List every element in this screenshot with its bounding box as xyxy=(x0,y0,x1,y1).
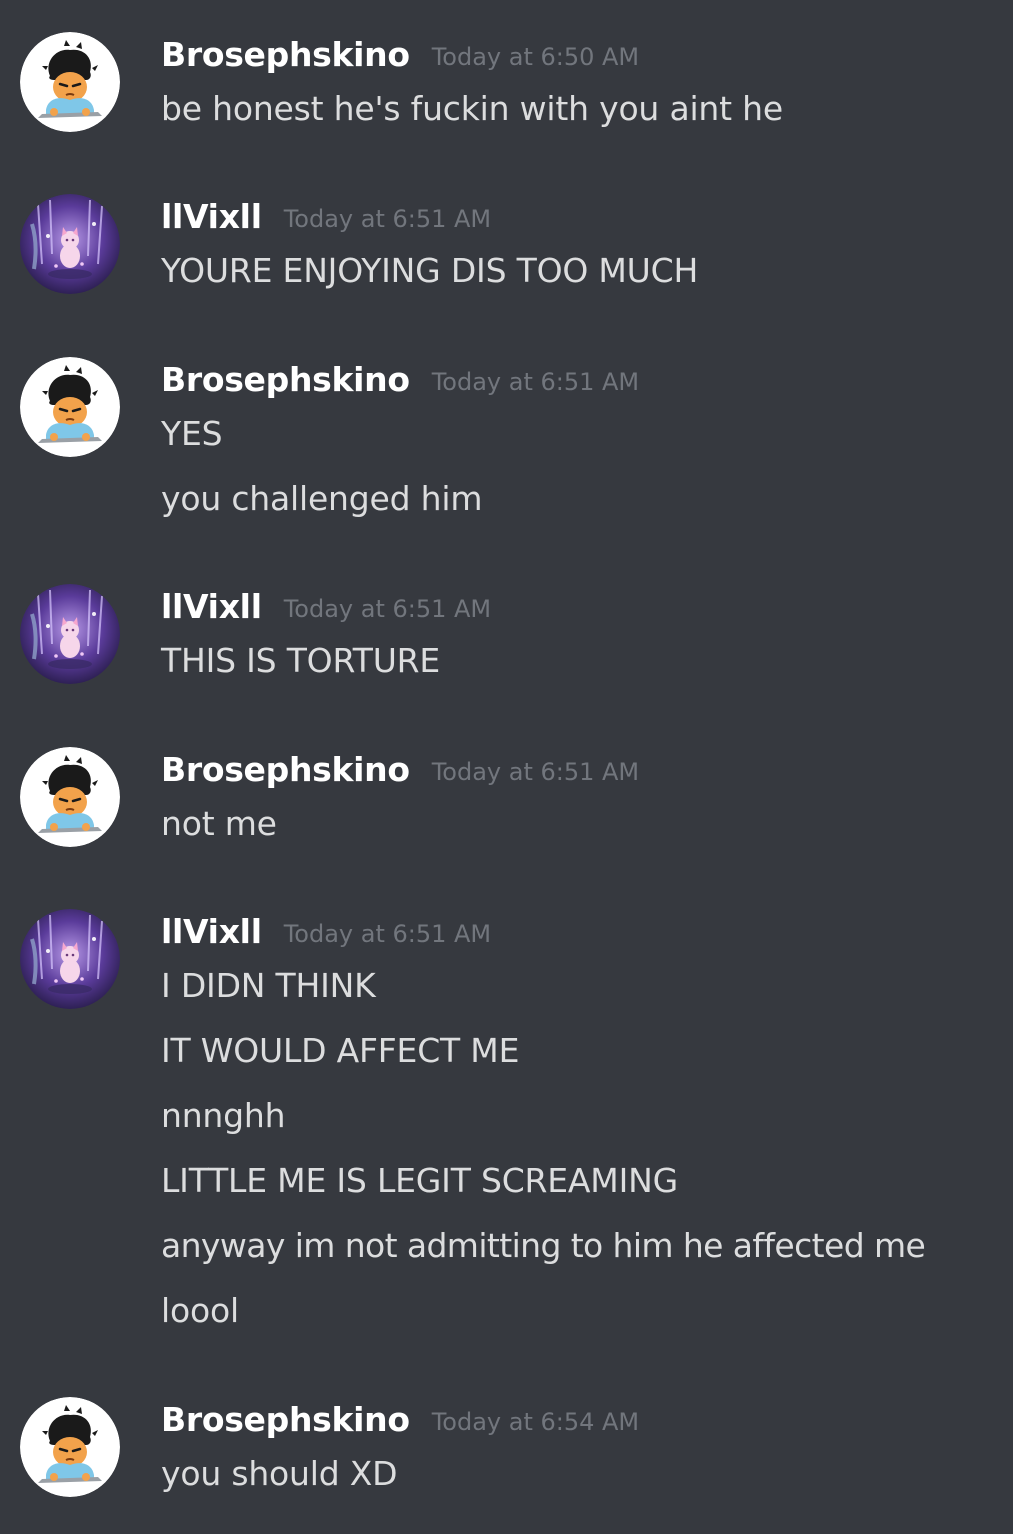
message-header: Brosephskino Today at 6:54 AM xyxy=(161,1397,639,1443)
message-text: YES xyxy=(161,414,223,453)
message-header: llVixll Today at 6:51 AM xyxy=(161,194,491,240)
user-avatar-boy-icon[interactable] xyxy=(20,1397,120,1497)
message-text: nnnghh xyxy=(161,1096,286,1135)
chat-message-list: Brosephskino Today at 6:50 AM be honest he… xyxy=(0,0,1013,1534)
message-text: be honest he's fuckin with you aint he xyxy=(161,89,783,128)
user-avatar-boy-icon[interactable] xyxy=(20,747,120,847)
message-header: Brosephskino Today at 6:50 AM xyxy=(161,32,639,78)
username[interactable]: llVixll xyxy=(161,197,262,236)
message-timestamp: Today at 6:51 AM xyxy=(283,205,492,233)
message-timestamp: Today at 6:51 AM xyxy=(431,368,640,396)
message-text: IT WOULD AFFECT ME xyxy=(161,1031,520,1070)
user-avatar-boy-icon[interactable] xyxy=(20,32,120,132)
message-text: THIS IS TORTURE xyxy=(161,641,441,680)
message-header: Brosephskino Today at 6:51 AM xyxy=(161,357,639,403)
message-timestamp: Today at 6:54 AM xyxy=(431,1408,640,1436)
message-text: LITTLE ME IS LEGIT SCREAMING xyxy=(161,1161,678,1200)
username[interactable]: llVixll xyxy=(161,912,262,951)
user-avatar-cat-icon[interactable] xyxy=(20,909,120,1009)
user-avatar-cat-icon[interactable] xyxy=(20,194,120,294)
message-header: llVixll Today at 6:51 AM xyxy=(161,909,491,955)
message-timestamp: Today at 6:51 AM xyxy=(283,920,492,948)
message-text: anyway im not admitting to him he affect… xyxy=(161,1226,926,1265)
message-text: you should XD xyxy=(161,1454,398,1493)
message-text: YOURE ENJOYING DIS TOO MUCH xyxy=(161,251,699,290)
username[interactable]: Brosephskino xyxy=(161,1400,410,1439)
message-header: Brosephskino Today at 6:51 AM xyxy=(161,747,639,793)
message-text: not me xyxy=(161,804,277,843)
message-text: I DIDN THINK xyxy=(161,966,376,1005)
username[interactable]: Brosephskino xyxy=(161,35,410,74)
message-text: loool xyxy=(161,1291,239,1330)
username[interactable]: Brosephskino xyxy=(161,360,410,399)
user-avatar-cat-icon[interactable] xyxy=(20,584,120,684)
message-header: llVixll Today at 6:51 AM xyxy=(161,584,491,630)
message-timestamp: Today at 6:51 AM xyxy=(283,595,492,623)
username[interactable]: Brosephskino xyxy=(161,750,410,789)
message-timestamp: Today at 6:50 AM xyxy=(431,43,640,71)
message-text: you challenged him xyxy=(161,479,483,518)
user-avatar-boy-icon[interactable] xyxy=(20,357,120,457)
message-timestamp: Today at 6:51 AM xyxy=(431,758,640,786)
username[interactable]: llVixll xyxy=(161,587,262,626)
